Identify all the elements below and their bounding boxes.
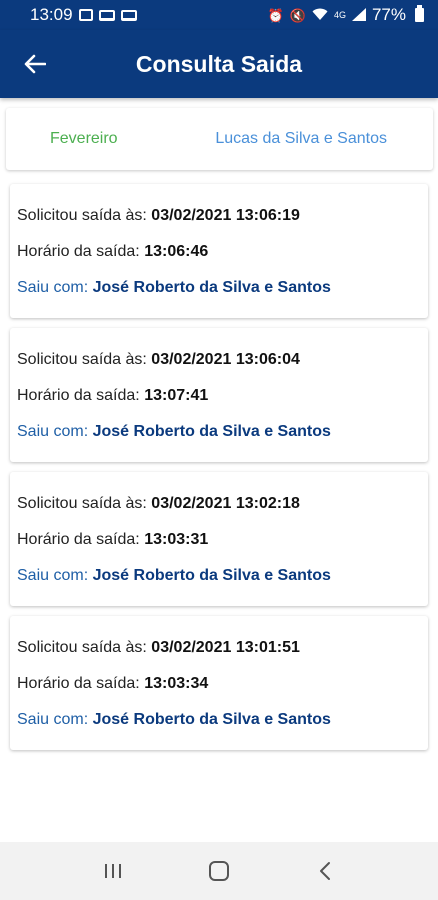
- requested-label: Solicitou saída às:: [17, 351, 152, 368]
- battery-icon: [415, 5, 424, 22]
- gallery-notification-icon: [78, 9, 93, 21]
- exit-time-row: Horário da saída: 13:03:31: [17, 531, 428, 567]
- requested-row: Solicitou saída às: 03/02/2021 13:01:51: [17, 639, 428, 675]
- left-with-value: José Roberto da Silva e Santos: [92, 567, 331, 584]
- back-chevron-icon: [320, 862, 330, 880]
- left-with-value: José Roberto da Silva e Santos: [92, 711, 331, 728]
- home-icon: [209, 861, 229, 881]
- status-right: ⏰ 🔇 4G 77%: [268, 5, 424, 25]
- exit-time-row: Horário da saída: 13:03:34: [17, 675, 428, 711]
- requested-value: 03/02/2021 13:02:18: [151, 495, 300, 512]
- requested-label: Solicitou saída às:: [17, 495, 152, 512]
- left-with-row: Saiu com: José Roberto da Silva e Santos: [17, 279, 428, 315]
- app-bar: Consulta Saida: [0, 30, 438, 98]
- left-with-row: Saiu com: José Roberto da Silva e Santos: [17, 567, 428, 603]
- left-with-value: José Roberto da Silva e Santos: [92, 423, 331, 440]
- requested-value: 03/02/2021 13:06:19: [151, 207, 300, 224]
- wifi-icon: [312, 8, 328, 23]
- record-card: Solicitou saída às: 03/02/2021 13:06:19 …: [10, 184, 428, 318]
- status-left: 13:09: [30, 5, 137, 25]
- exit-time-value: 13:03:31: [144, 531, 209, 548]
- left-with-label: Saiu com:: [17, 711, 93, 728]
- signal-icon: [351, 7, 366, 23]
- left-with-label: Saiu com:: [17, 423, 93, 440]
- record-card: Solicitou saída às: 03/02/2021 13:02:18 …: [10, 472, 428, 606]
- requested-row: Solicitou saída às: 03/02/2021 13:06:19: [17, 207, 428, 243]
- system-nav-bar: [0, 842, 438, 900]
- records-list: Solicitou saída às: 03/02/2021 13:06:19 …: [10, 184, 428, 760]
- left-with-label: Saiu com:: [17, 567, 93, 584]
- recents-button[interactable]: [93, 851, 133, 891]
- alarm-icon: ⏰: [267, 7, 284, 23]
- requested-value: 03/02/2021 13:01:51: [151, 639, 300, 656]
- recents-icon: [105, 864, 121, 878]
- left-with-row: Saiu com: José Roberto da Silva e Santos: [17, 423, 428, 459]
- back-button[interactable]: [0, 30, 70, 98]
- laptop-notification-icon: [98, 9, 115, 21]
- exit-time-label: Horário da saída:: [17, 243, 145, 260]
- requested-row: Solicitou saída às: 03/02/2021 13:02:18: [17, 495, 428, 531]
- home-button[interactable]: [199, 851, 239, 891]
- exit-time-row: Horário da saída: 13:06:46: [17, 243, 428, 279]
- exit-time-value: 13:06:46: [144, 243, 209, 260]
- requested-value: 03/02/2021 13:06:04: [151, 351, 300, 368]
- exit-time-value: 13:03:34: [144, 675, 209, 692]
- system-back-button[interactable]: [305, 851, 345, 891]
- status-time: 13:09: [30, 5, 73, 24]
- record-card: Solicitou saída às: 03/02/2021 13:06:04 …: [10, 328, 428, 462]
- exit-time-label: Horário da saída:: [17, 531, 145, 548]
- left-with-value: José Roberto da Silva e Santos: [92, 279, 331, 296]
- requested-label: Solicitou saída às:: [17, 207, 152, 224]
- left-with-row: Saiu com: José Roberto da Silva e Santos: [17, 711, 428, 747]
- requested-row: Solicitou saída às: 03/02/2021 13:06:04: [17, 351, 428, 387]
- laptop-notification-icon-2: [120, 9, 137, 21]
- battery-percent: 77%: [371, 5, 406, 24]
- left-with-label: Saiu com:: [17, 279, 93, 296]
- person-filter[interactable]: Lucas da Silva e Santos: [215, 130, 387, 148]
- record-card: Solicitou saída às: 03/02/2021 13:01:51 …: [10, 616, 428, 750]
- exit-time-label: Horário da saída:: [17, 387, 145, 404]
- exit-time-row: Horário da saída: 13:07:41: [17, 387, 428, 423]
- arrow-left-icon: [24, 54, 46, 74]
- requested-label: Solicitou saída às:: [17, 639, 152, 656]
- exit-time-label: Horário da saída:: [17, 675, 145, 692]
- filter-card: Fevereiro Lucas da Silva e Santos: [6, 108, 433, 170]
- month-filter[interactable]: Fevereiro: [50, 130, 118, 148]
- status-bar: 13:09 ⏰ 🔇 4G 77%: [0, 0, 438, 30]
- network-type-label: 4G: [333, 9, 346, 20]
- mute-icon: 🔇: [289, 7, 306, 23]
- exit-time-value: 13:07:41: [144, 387, 209, 404]
